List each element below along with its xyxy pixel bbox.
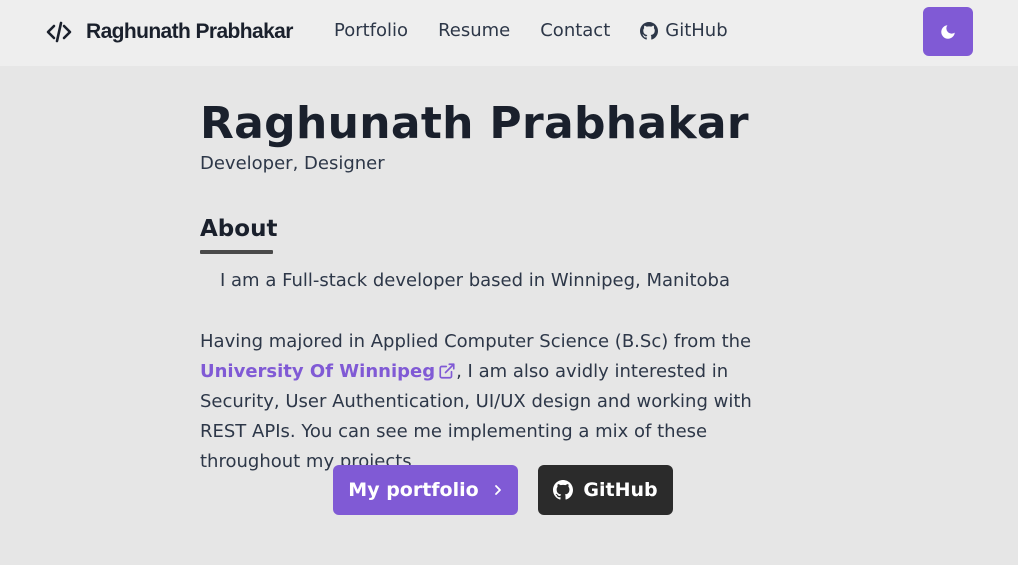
chevron-right-icon [494, 485, 501, 495]
nav-link-label: GitHub [665, 20, 728, 41]
nav-link-label: Portfolio [334, 20, 409, 41]
external-link-icon [439, 363, 455, 379]
brand-name: Raghunath Prabhakar [86, 20, 293, 43]
github-button[interactable]: GitHub [538, 465, 673, 515]
bio-text-before: Having majored in Applied Computer Scien… [200, 331, 752, 352]
code-icon [46, 19, 72, 45]
nav-link-label: Resume [438, 20, 511, 41]
hero-title: Raghunath Prabhakar [200, 98, 749, 149]
about-heading: About [200, 216, 278, 242]
nav-link-portfolio[interactable]: Portfolio [334, 20, 408, 41]
nav-link-contact[interactable]: Contact [540, 20, 610, 41]
theme-toggle-button[interactable] [923, 7, 973, 56]
about-intro: I am a Full-stack developer based in Win… [220, 270, 730, 291]
github-icon [553, 480, 574, 500]
github-button-label: GitHub [583, 479, 658, 501]
university-link[interactable]: University Of Winnipeg [200, 361, 456, 382]
my-portfolio-label: My portfolio [348, 479, 479, 501]
nav-link-label: Contact [540, 20, 611, 41]
hero-subtitle: Developer, Designer [200, 153, 385, 174]
nav-link-resume[interactable]: Resume [438, 20, 510, 41]
about-underline [200, 250, 273, 254]
github-icon [640, 21, 659, 40]
brand-link[interactable]: Raghunath Prabhakar [46, 19, 293, 45]
main-content: Raghunath Prabhakar Developer, Designer … [200, 96, 820, 515]
moon-icon [941, 24, 955, 39]
my-portfolio-button[interactable]: My portfolio [333, 465, 518, 515]
navbar: Raghunath Prabhakar Portfolio Resume Con… [0, 0, 1018, 66]
about-bio: Having majored in Applied Computer Scien… [200, 327, 800, 477]
nav-links: Portfolio Resume Contact GitHub [334, 20, 758, 41]
nav-link-github[interactable]: GitHub [640, 20, 728, 41]
university-link-label: University Of Winnipeg [200, 361, 436, 382]
